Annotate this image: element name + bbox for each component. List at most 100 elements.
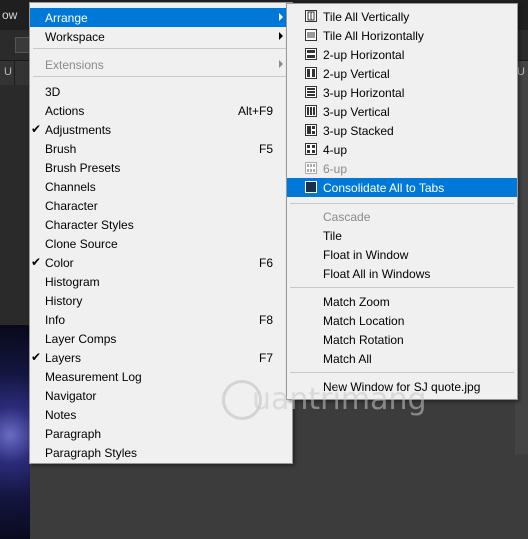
submenu-item-float-in-window[interactable]: Float in Window [287, 245, 517, 264]
menu-item-3d[interactable]: 3D [30, 82, 292, 101]
submenu-item-float-all-in-windows[interactable]: Float All in Windows [287, 264, 517, 283]
submenu-item-label: 2-up Vertical [323, 67, 390, 81]
submenu-item-label: 4-up [323, 143, 348, 157]
submenu-item-match-location[interactable]: Match Location [287, 311, 517, 330]
menu-separator [290, 372, 514, 373]
canvas-image [0, 325, 30, 539]
menu-item-extensions[interactable]: Extensions [30, 55, 292, 74]
submenu-item-6up[interactable]: 6-up [287, 159, 517, 178]
submenu-item-label: Cascade [323, 210, 371, 224]
submenu-item-tile[interactable]: Tile [287, 226, 517, 245]
submenu-item-label: Match All [323, 352, 372, 366]
submenu-item-match-all[interactable]: Match All [287, 349, 517, 368]
submenu-item-label: Tile [323, 229, 342, 243]
submenu-arrow-icon [279, 60, 283, 68]
menu-item-workspace[interactable]: Workspace [30, 27, 292, 46]
submenu-item-consolidate-all-to-tabs[interactable]: Consolidate All to Tabs [287, 178, 517, 197]
2up-vertical-icon [305, 67, 317, 79]
submenu-item-2up-horizontal[interactable]: 2-up Horizontal [287, 45, 517, 64]
3up-horizontal-icon [305, 86, 317, 98]
menu-item-label: Paragraph Styles [45, 446, 138, 460]
menu-item-label: Workspace [45, 30, 105, 44]
tab-divider [14, 61, 15, 85]
menu-item-layers[interactable]: ✔ Layers F7 [30, 348, 292, 367]
menu-item-shortcut: F8 [258, 313, 273, 327]
menu-item-shortcut: F6 [258, 256, 273, 270]
menu-item-brush-presets[interactable]: Brush Presets [30, 158, 292, 177]
menu-item-label: Adjustments [45, 123, 112, 137]
menu-item-layer-comps[interactable]: Layer Comps [30, 329, 292, 348]
menu-item-label: Brush Presets [45, 161, 121, 175]
menu-item-character-styles[interactable]: Character Styles [30, 215, 292, 234]
menu-item-label: Extensions [45, 58, 104, 72]
menu-separator [33, 76, 289, 77]
menu-item-label: Histogram [45, 275, 100, 289]
menu-item-label: Measurement Log [45, 370, 142, 384]
menu-item-label: Character Styles [45, 218, 134, 232]
submenu-item-label: 3-up Vertical [323, 105, 390, 119]
submenu-item-tile-all-vertically[interactable]: Tile All Vertically [287, 7, 517, 26]
checkmark-icon: ✔ [31, 350, 42, 364]
menu-item-channels[interactable]: Channels [30, 177, 292, 196]
menu-item-label: Brush [45, 142, 77, 156]
menu-item-label: Color [45, 256, 74, 270]
menu-item-label: Character [45, 199, 98, 213]
menu-item-actions[interactable]: Actions Alt+F9 [30, 101, 292, 120]
menu-item-clone-source[interactable]: Clone Source [30, 234, 292, 253]
menu-item-character[interactable]: Character [30, 196, 292, 215]
menu-separator [290, 287, 514, 288]
menu-item-history[interactable]: History [30, 291, 292, 310]
menu-item-histogram[interactable]: Histogram [30, 272, 292, 291]
watermark-text: uantrimang [252, 382, 427, 417]
submenu-item-match-rotation[interactable]: Match Rotation [287, 330, 517, 349]
submenu-arrow-icon [279, 13, 283, 21]
menu-item-label: History [45, 294, 83, 308]
menu-separator [290, 203, 514, 204]
submenu-item-label: 6-up [323, 162, 348, 176]
menu-item-paragraph-styles[interactable]: Paragraph Styles [30, 443, 292, 462]
menu-item-shortcut: F7 [258, 351, 273, 365]
window-menu-label[interactable]: ow [2, 8, 17, 22]
submenu-item-label: Tile All Vertically [323, 10, 410, 24]
submenu-item-match-zoom[interactable]: Match Zoom [287, 292, 517, 311]
submenu-item-tile-all-horizontally[interactable]: Tile All Horizontally [287, 26, 517, 45]
submenu-item-3up-stacked[interactable]: 3-up Stacked [287, 121, 517, 140]
submenu-item-2up-vertical[interactable]: 2-up Vertical [287, 64, 517, 83]
submenu-item-label: Consolidate All to Tabs [323, 181, 445, 195]
canvas-area [0, 85, 30, 539]
arrange-submenu: Tile All Vertically Tile All Horizontall… [286, 3, 518, 400]
submenu-item-label: 2-up Horizontal [323, 48, 405, 62]
4up-icon [305, 143, 317, 155]
submenu-item-3up-vertical[interactable]: 3-up Vertical [287, 102, 517, 121]
panel-tab-label[interactable]: U [517, 66, 525, 78]
menu-item-label: Arrange [45, 11, 88, 25]
menu-separator [33, 48, 289, 49]
menu-item-label: 3D [45, 85, 61, 99]
tab-label[interactable]: U [4, 66, 12, 78]
submenu-item-label: Match Zoom [323, 295, 390, 309]
menu-item-label: Paragraph [45, 427, 102, 441]
menu-item-label: Channels [45, 180, 96, 194]
menu-item-info[interactable]: Info F8 [30, 310, 292, 329]
3up-vertical-icon [305, 105, 317, 117]
menu-item-label: Clone Source [45, 237, 118, 251]
menu-item-adjustments[interactable]: ✔ Adjustments [30, 120, 292, 139]
submenu-item-4up[interactable]: 4-up [287, 140, 517, 159]
watermark: uantrimang [222, 378, 452, 428]
submenu-item-cascade[interactable]: Cascade [287, 207, 517, 226]
menu-item-label: Layer Comps [45, 332, 117, 346]
menu-item-label: Notes [45, 408, 77, 422]
checkmark-icon: ✔ [31, 122, 42, 136]
submenu-item-label: Match Location [323, 314, 405, 328]
consolidate-tabs-icon [305, 181, 317, 193]
submenu-item-3up-horizontal[interactable]: 3-up Horizontal [287, 83, 517, 102]
submenu-item-label: 3-up Stacked [323, 124, 394, 138]
tile-horizontal-icon [305, 29, 317, 41]
menu-item-arrange[interactable]: Arrange [30, 8, 292, 27]
menu-item-brush[interactable]: Brush F5 [30, 139, 292, 158]
menu-item-color[interactable]: ✔ Color F6 [30, 253, 292, 272]
3up-stacked-icon [305, 124, 317, 136]
submenu-item-label: Match Rotation [323, 333, 404, 347]
submenu-item-label: Float in Window [323, 248, 409, 262]
submenu-item-label: 3-up Horizontal [323, 86, 405, 100]
